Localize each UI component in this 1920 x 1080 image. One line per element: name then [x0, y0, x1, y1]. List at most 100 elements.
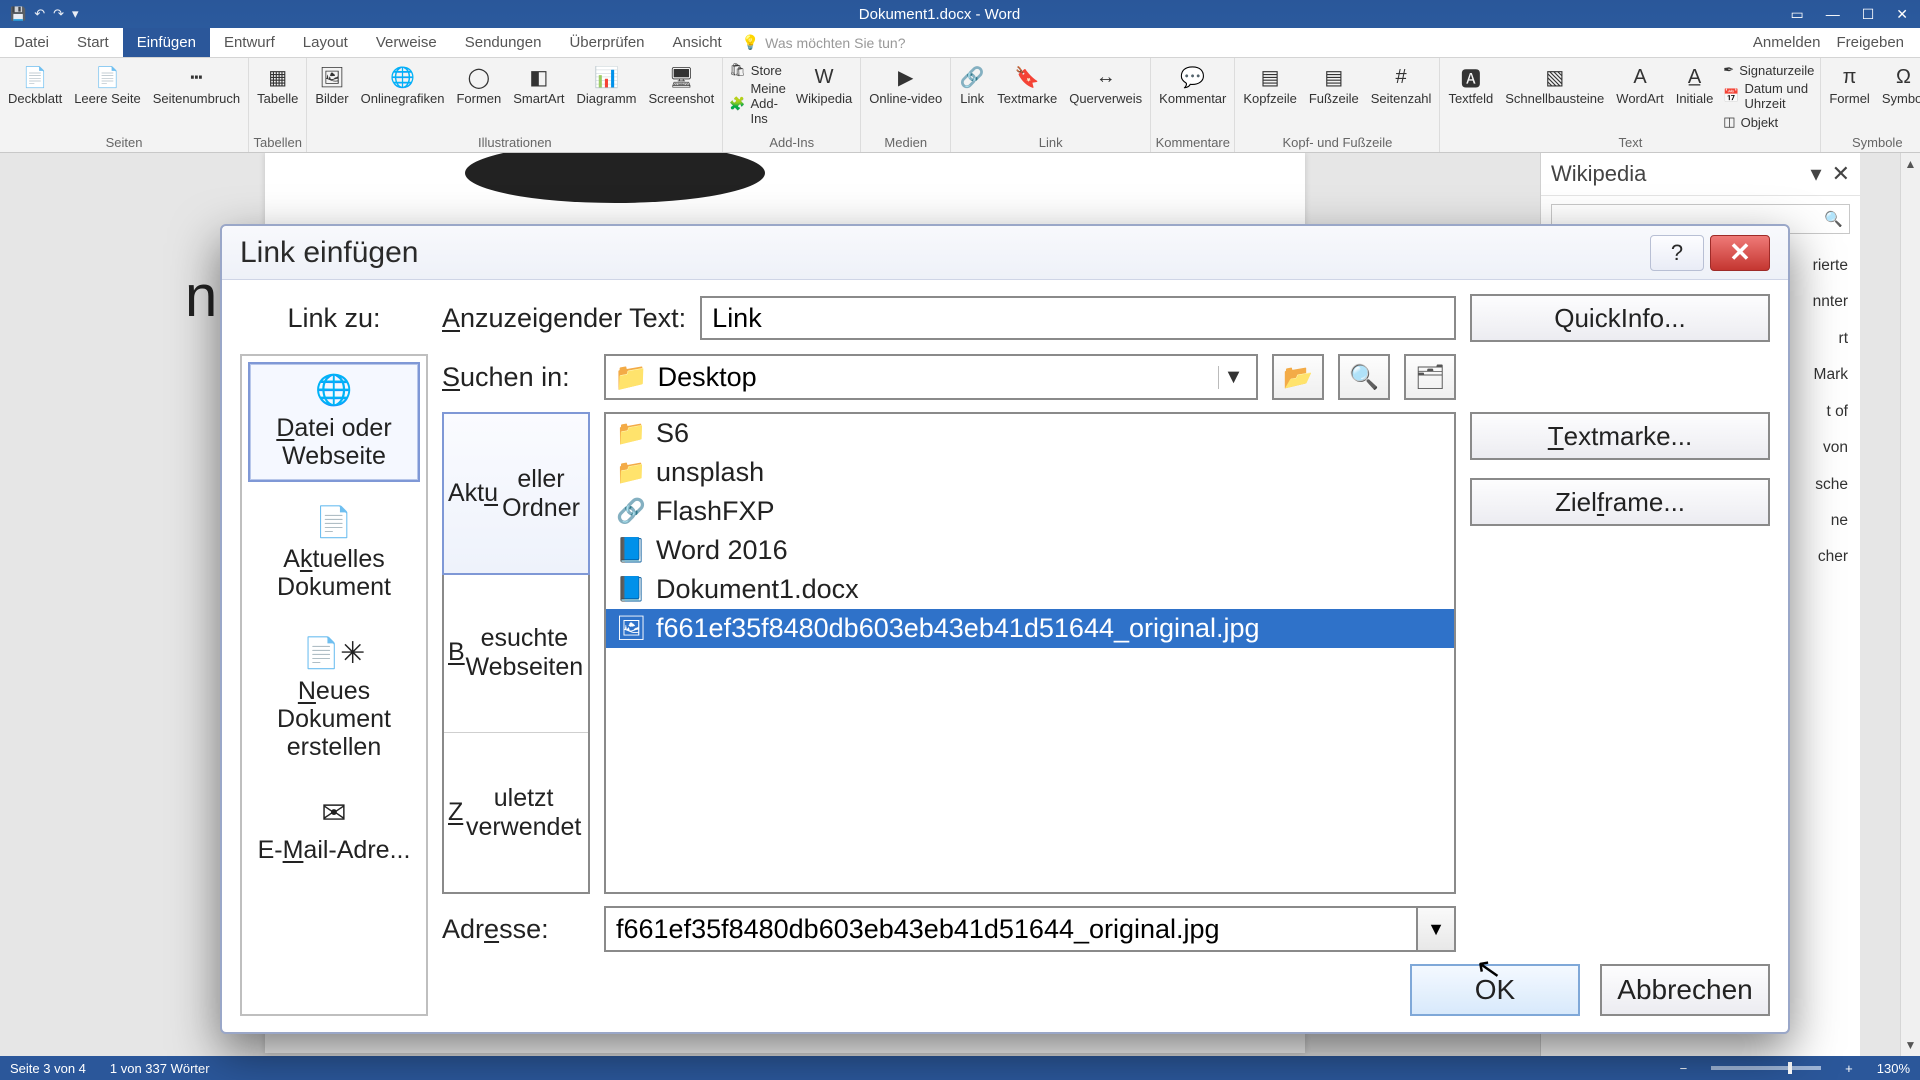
- group-pages: Seiten: [0, 134, 248, 152]
- link-button[interactable]: 🔗Link: [957, 62, 987, 108]
- redo-icon[interactable]: ↷: [53, 6, 64, 22]
- shapes-button[interactable]: ◯Formen: [454, 62, 503, 108]
- quickinfo-button[interactable]: QuickInfo...: [1470, 294, 1770, 342]
- tab-ueberpruefen[interactable]: Überprüfen: [555, 28, 658, 57]
- tab-sendungen[interactable]: Sendungen: [451, 28, 556, 57]
- comment-button[interactable]: 💬Kommentar: [1157, 62, 1228, 108]
- file-type-icon: 📘: [616, 536, 644, 565]
- quickparts-button[interactable]: ▧Schnellbausteine: [1503, 62, 1606, 108]
- my-addins-button[interactable]: 🧩Meine Add-Ins: [729, 81, 786, 126]
- textbox-button[interactable]: 🅰Textfeld: [1446, 62, 1495, 108]
- share-link[interactable]: Freigeben: [1836, 34, 1904, 51]
- pane-close-icon[interactable]: ✕: [1832, 161, 1850, 187]
- address-dropdown-icon[interactable]: ▼: [1416, 908, 1454, 950]
- store-icon: 🛍: [729, 62, 746, 78]
- signature-line-button[interactable]: ✒Signaturzeile: [1723, 62, 1814, 78]
- file-item[interactable]: 🔗FlashFXP: [606, 492, 1454, 531]
- chart-button[interactable]: 📊Diagramm: [575, 62, 639, 108]
- linktype-email[interactable]: ✉ E-Mail-Adre...: [248, 785, 420, 877]
- group-media: Medien: [861, 134, 950, 152]
- window-title: Dokument1.docx - Word: [89, 6, 1791, 23]
- header-button[interactable]: ▤Kopfzeile: [1241, 62, 1298, 108]
- store-button[interactable]: 🛍Store: [729, 62, 786, 78]
- status-words[interactable]: 1 von 337 Wörter: [110, 1061, 210, 1076]
- browse-tab-browsed[interactable]: Besuchte Webseiten: [444, 573, 588, 733]
- bookmark-target-button[interactable]: Textmarke...: [1470, 412, 1770, 460]
- online-pictures-button[interactable]: 🌐Onlinegrafiken: [359, 62, 447, 108]
- tab-datei[interactable]: Datei: [0, 28, 63, 57]
- minimize-icon[interactable]: —: [1826, 6, 1840, 23]
- zoom-out-icon[interactable]: −: [1680, 1061, 1688, 1076]
- target-frame-button[interactable]: Zielframe...: [1470, 478, 1770, 526]
- online-video-button[interactable]: ▶Online-video: [867, 62, 944, 108]
- file-item[interactable]: 📘Word 2016: [606, 531, 1454, 570]
- wikipedia-button[interactable]: WWikipedia: [794, 62, 854, 108]
- file-item[interactable]: 📘Dokument1.docx: [606, 570, 1454, 609]
- status-zoom[interactable]: 130%: [1877, 1061, 1910, 1076]
- close-window-icon[interactable]: ✕: [1896, 6, 1908, 23]
- cover-page-button[interactable]: 📄Deckblatt: [6, 62, 64, 108]
- pictures-button[interactable]: 🖼Bilder: [313, 62, 350, 108]
- file-item[interactable]: 📁unsplash: [606, 453, 1454, 492]
- search-in-combo[interactable]: 📁 Desktop ▼: [604, 354, 1258, 400]
- tab-layout[interactable]: Layout: [289, 28, 362, 57]
- tab-ansicht[interactable]: Ansicht: [659, 28, 736, 57]
- linktype-new-doc[interactable]: 📄✳ Neues Dokument erstellen: [248, 625, 420, 773]
- wikipedia-pane-title: Wikipedia: [1551, 161, 1646, 187]
- close-icon: ✕: [1729, 237, 1751, 268]
- zoom-slider[interactable]: [1711, 1066, 1821, 1070]
- symbol-button[interactable]: ΩSymbol: [1880, 62, 1920, 108]
- tab-einfuegen[interactable]: Einfügen: [123, 28, 210, 57]
- status-page[interactable]: Seite 3 von 4: [10, 1061, 86, 1076]
- cancel-button[interactable]: Abbrechen: [1600, 964, 1770, 1016]
- tab-entwurf[interactable]: Entwurf: [210, 28, 289, 57]
- save-icon[interactable]: 💾: [10, 6, 26, 22]
- maximize-icon[interactable]: ☐: [1862, 6, 1875, 23]
- tab-start[interactable]: Start: [63, 28, 123, 57]
- browse-tab-recent[interactable]: Zuletzt verwendet: [444, 733, 588, 892]
- object-button[interactable]: ◫Objekt: [1723, 114, 1814, 130]
- browse-tab-current[interactable]: Aktueller Ordner: [442, 412, 590, 575]
- pagenum-button[interactable]: #Seitenzahl: [1369, 62, 1434, 108]
- file-list[interactable]: 📁S6📁unsplash🔗FlashFXP📘Word 2016📘Dokument…: [604, 412, 1456, 894]
- tab-verweise[interactable]: Verweise: [362, 28, 451, 57]
- wordart-button[interactable]: AWordArt: [1614, 62, 1665, 108]
- globe-page-icon: 🌐: [315, 374, 352, 408]
- zoom-in-icon[interactable]: +: [1845, 1061, 1853, 1076]
- table-button[interactable]: ▦Tabelle: [255, 62, 300, 108]
- crossref-button[interactable]: ↔Querverweis: [1067, 62, 1144, 108]
- browse-web-button[interactable]: 🔍: [1338, 354, 1390, 400]
- help-icon: ?: [1671, 240, 1683, 266]
- display-text-input[interactable]: [700, 296, 1456, 340]
- ok-button[interactable]: OK: [1410, 964, 1580, 1016]
- ribbon-options-icon[interactable]: ▭: [1790, 6, 1803, 23]
- display-text-label: nzuzeigender Text:: [460, 303, 686, 333]
- pane-options-icon[interactable]: ▾: [1811, 161, 1822, 187]
- browse-file-button[interactable]: 🗂: [1404, 354, 1456, 400]
- dropcap-button[interactable]: A̲Initiale: [1674, 62, 1716, 108]
- tell-me-search[interactable]: Was möchten Sie tun?: [742, 34, 906, 51]
- file-item[interactable]: 🖼f661ef35f8480db603eb43eb41d51644_origin…: [606, 609, 1454, 648]
- file-name: S6: [656, 418, 689, 449]
- screenshot-button[interactable]: 🖥Screenshot: [647, 62, 717, 108]
- footer-button[interactable]: ▤Fußzeile: [1307, 62, 1361, 108]
- vertical-scrollbar[interactable]: ▲▼: [1900, 153, 1920, 1056]
- dialog-close-button[interactable]: ✕: [1710, 235, 1770, 271]
- up-folder-button[interactable]: 📂: [1272, 354, 1324, 400]
- address-combo[interactable]: f661ef35f8480db603eb43eb41d51644_origina…: [604, 906, 1456, 952]
- blank-page-button[interactable]: 📄Leere Seite: [72, 62, 143, 108]
- linkzu-label: Link zu:: [240, 303, 428, 334]
- date-time-button[interactable]: 📅Datum und Uhrzeit: [1723, 81, 1814, 111]
- file-item[interactable]: 📁S6: [606, 414, 1454, 453]
- ribbon-tabs: Datei Start Einfügen Entwurf Layout Verw…: [0, 28, 1920, 58]
- page-break-button[interactable]: ┅Seitenumbruch: [151, 62, 242, 108]
- linktype-file-web[interactable]: 🌐 Datei oder Webseite: [248, 362, 420, 482]
- equation-button[interactable]: πFormel: [1827, 62, 1871, 108]
- bookmark-button[interactable]: 🔖Textmarke: [995, 62, 1059, 108]
- dialog-help-button[interactable]: ?: [1650, 235, 1704, 271]
- qat-dropdown-icon[interactable]: ▾: [72, 6, 79, 22]
- linktype-current-doc[interactable]: 📄 Aktuelles Dokument: [248, 494, 420, 614]
- signin-link[interactable]: Anmelden: [1753, 34, 1821, 51]
- smartart-button[interactable]: ◧SmartArt: [511, 62, 566, 108]
- undo-icon[interactable]: ↶: [34, 6, 45, 22]
